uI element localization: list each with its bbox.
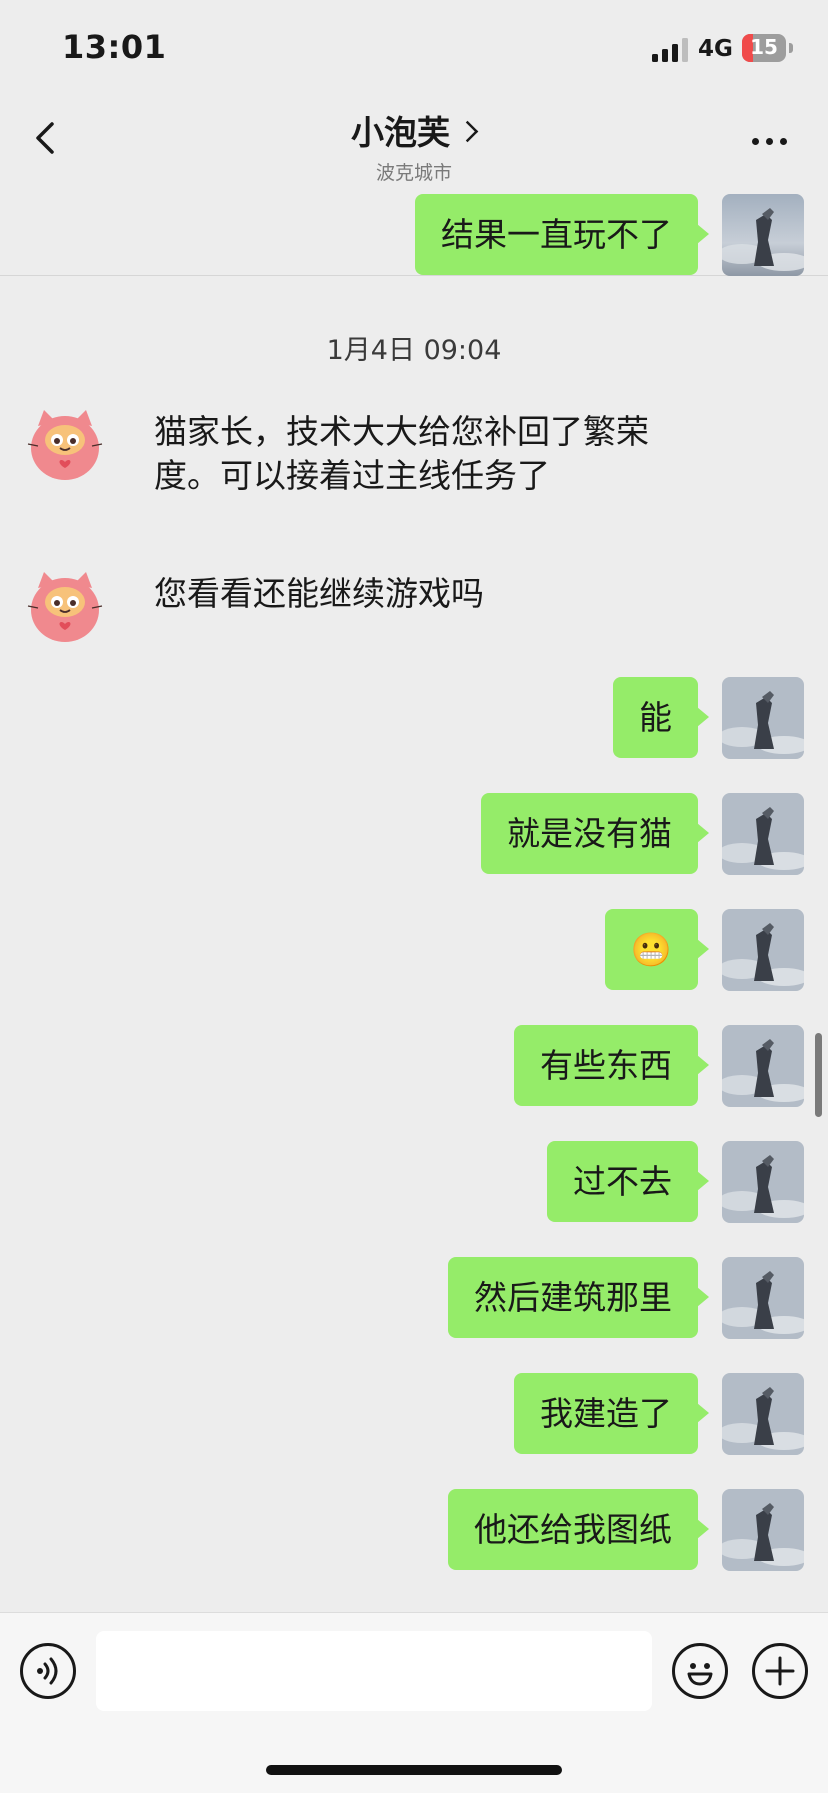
message-bubble[interactable]: 结果一直玩不了: [415, 194, 709, 275]
emoji-icon[interactable]: [672, 1643, 728, 1699]
status-bar: 13:01 4G 15: [0, 0, 828, 92]
message-bubble[interactable]: 过不去: [547, 1141, 709, 1222]
message-bubble[interactable]: 有些东西: [514, 1025, 709, 1106]
message-bubble[interactable]: 然后建筑那里: [448, 1257, 709, 1338]
message-outgoing: 我建造了: [514, 1373, 804, 1455]
message-text[interactable]: 猫家长，技术大大给您补回了繁荣 度。可以接着过主线任务了: [154, 404, 649, 498]
message-text-line: 猫家长，技术大大给您补回了繁荣: [154, 412, 649, 451]
plus-icon[interactable]: [752, 1643, 808, 1699]
message-outgoing: 结果一直玩不了: [415, 194, 804, 276]
message-bubble[interactable]: 我建造了: [514, 1373, 709, 1454]
battery-tip: [789, 43, 793, 53]
message-outgoing: 能: [613, 677, 804, 759]
message-outgoing: 😬: [604, 909, 804, 991]
message-text-line: 度。可以接着过主线任务了: [154, 456, 550, 495]
voice-icon[interactable]: [20, 1643, 76, 1699]
more-dots-icon[interactable]: [752, 138, 792, 148]
message-bubble[interactable]: 就是没有猫: [481, 793, 709, 874]
my-avatar[interactable]: [722, 909, 804, 991]
network-type: 4G: [698, 36, 733, 62]
my-avatar[interactable]: [722, 194, 804, 276]
my-avatar[interactable]: [722, 793, 804, 875]
my-avatar[interactable]: [722, 1141, 804, 1223]
message-timestamp: 1月4日 09:04: [326, 335, 502, 366]
chat-header: 小泡芙 波克城市: [0, 92, 828, 276]
my-avatar[interactable]: [722, 677, 804, 759]
chevron-left-icon[interactable]: [28, 118, 68, 158]
message-outgoing: 然后建筑那里: [448, 1257, 804, 1339]
message-outgoing: 过不去: [547, 1141, 804, 1223]
chat-title-area[interactable]: 小泡芙 波克城市: [214, 106, 614, 185]
message-incoming: 猫家长，技术大大给您补回了繁荣 度。可以接着过主线任务了: [24, 404, 649, 498]
input-bar: [0, 1612, 828, 1793]
message-list[interactable]: 结果一直玩不了 1月4日 09:04 猫家长，技术大大给您补回了繁荣 度。可以接…: [0, 184, 828, 1612]
message-bubble[interactable]: 😬: [604, 909, 710, 990]
home-indicator[interactable]: [266, 1765, 562, 1775]
message-incoming: 您看看还能继续游戏吗: [24, 566, 484, 648]
cat-avatar[interactable]: [24, 566, 106, 648]
message-outgoing: 他还给我图纸: [448, 1489, 804, 1571]
message-input[interactable]: [96, 1631, 652, 1711]
status-time: 13:01: [62, 28, 167, 66]
chevron-right-icon: [456, 120, 479, 143]
battery-level: 15: [750, 35, 778, 59]
message-outgoing: 就是没有猫: [481, 793, 804, 875]
scrollbar[interactable]: [815, 1033, 822, 1117]
message-bubble[interactable]: 他还给我图纸: [448, 1489, 709, 1570]
chat-subtitle: 波克城市: [375, 162, 452, 184]
my-avatar[interactable]: [722, 1373, 804, 1455]
my-avatar[interactable]: [722, 1257, 804, 1339]
message-outgoing: 有些东西: [514, 1025, 804, 1107]
message-text[interactable]: 您看看还能继续游戏吗: [154, 566, 484, 616]
my-avatar[interactable]: [722, 1489, 804, 1571]
battery-icon: 15: [742, 34, 786, 62]
my-avatar[interactable]: [722, 1025, 804, 1107]
signal-icon: [652, 38, 688, 62]
message-bubble[interactable]: 能: [613, 677, 709, 758]
cat-avatar[interactable]: [24, 404, 106, 486]
chat-title: 小泡芙: [351, 113, 450, 152]
